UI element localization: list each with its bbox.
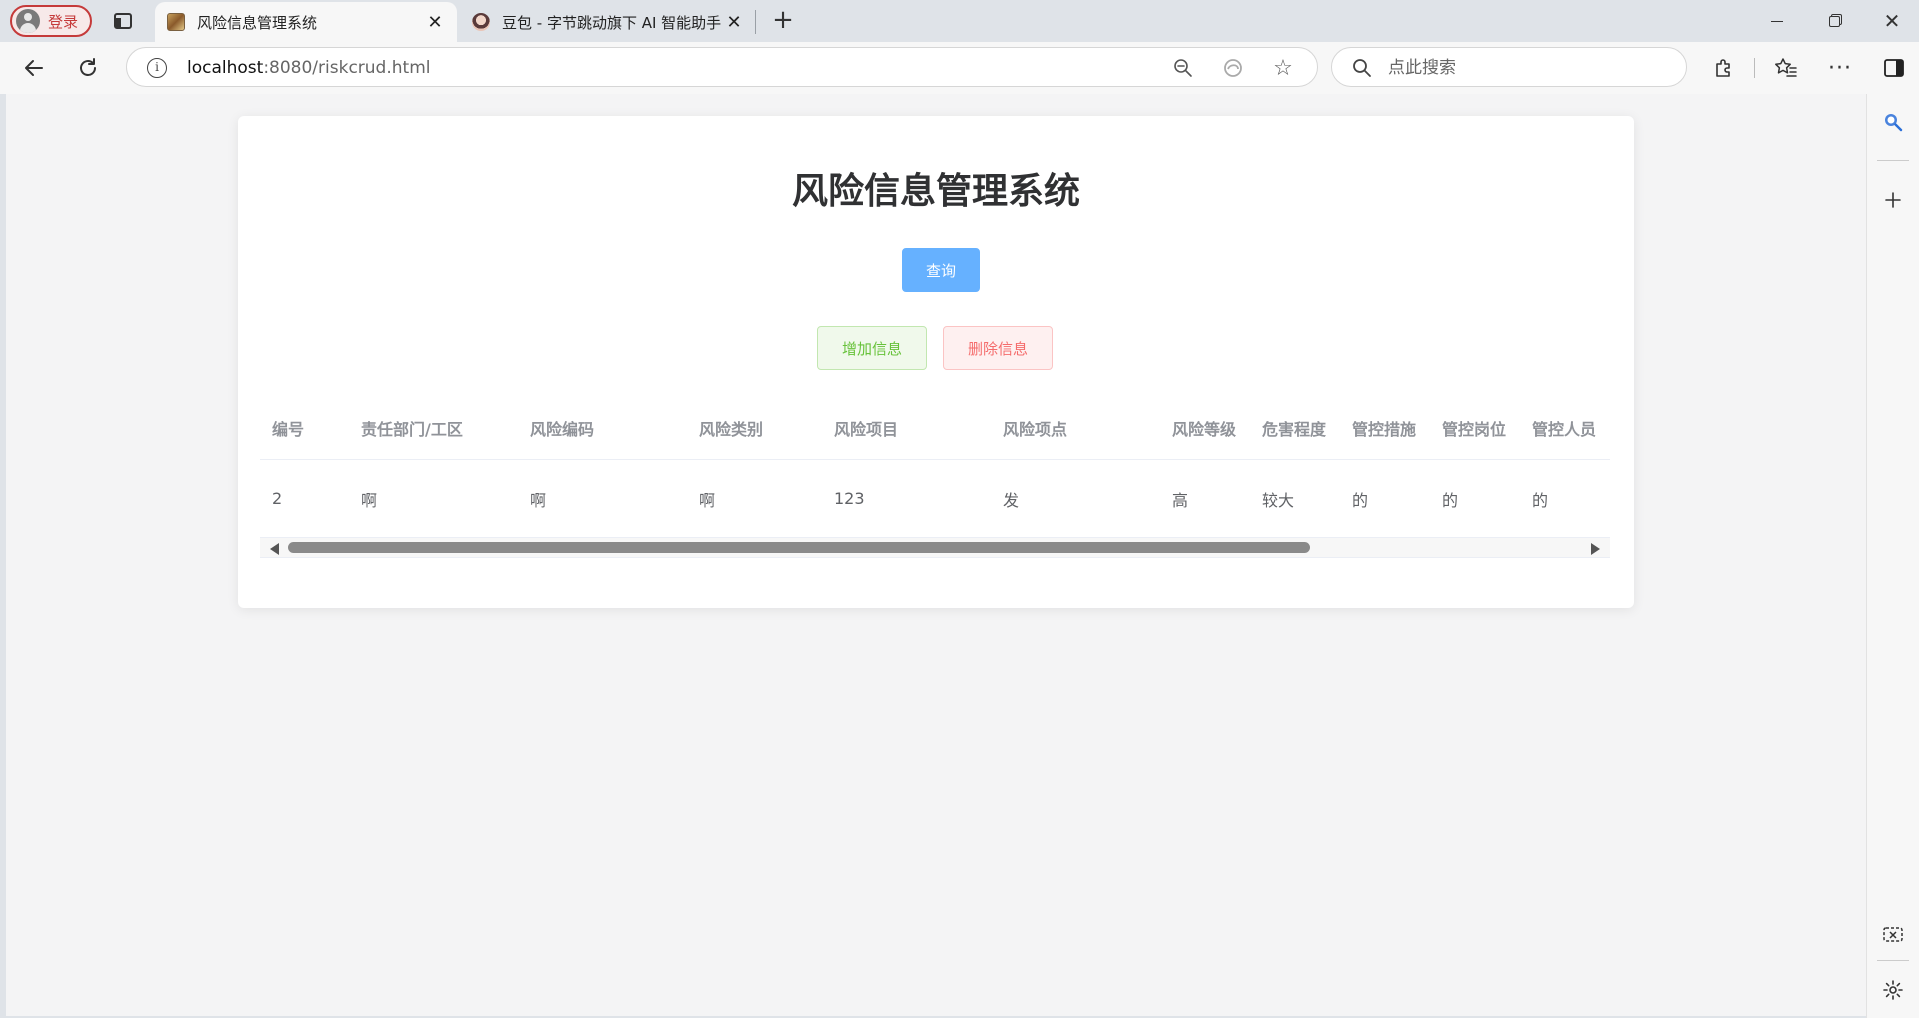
- add-sidebar-app-icon[interactable]: [1879, 186, 1907, 214]
- minimize-window-button[interactable]: [1757, 6, 1797, 36]
- page-viewport: 风险信息管理系统 查询 增加信息 删除信息 编号 责任部门/工区 风险编码 风险…: [6, 94, 1866, 1016]
- col-header-risk-level: 风险等级: [1172, 419, 1237, 439]
- table-cell: 发: [1003, 490, 1020, 510]
- tab-divider: [755, 10, 756, 34]
- sidebar-search-icon[interactable]: [1879, 108, 1907, 136]
- table-cell: 2: [272, 489, 283, 508]
- profile-label: 登录: [48, 12, 79, 31]
- scrollbar-thumb[interactable]: [288, 542, 1310, 553]
- page-title: 风险信息管理系统: [791, 171, 1080, 212]
- delete-info-button[interactable]: 删除信息: [943, 326, 1053, 370]
- browser-tab-strip: 登录 风险信息管理系统 ✕ 豆包 - 字节跳动旗下 AI 智能助手 ✕ + ✕: [0, 0, 1919, 42]
- close-window-button[interactable]: ✕: [1872, 6, 1912, 36]
- close-tab-icon[interactable]: ✕: [722, 10, 746, 34]
- restore-window-button[interactable]: [1814, 6, 1854, 36]
- more-icon[interactable]: ···: [1826, 54, 1854, 82]
- col-header-department: 责任部门/工区: [361, 419, 463, 439]
- tab-actions-button[interactable]: [110, 9, 136, 33]
- back-button[interactable]: [18, 52, 50, 84]
- add-info-button[interactable]: 增加信息: [817, 326, 927, 370]
- col-header-control-post: 管控岗位: [1442, 419, 1507, 439]
- tab-title: 风险信息管理系统: [197, 13, 318, 32]
- address-url[interactable]: localhost:8080/riskcrud.html: [187, 58, 430, 78]
- new-tab-icon[interactable]: +: [770, 7, 796, 34]
- col-header-hazard-degree: 危害程度: [1262, 419, 1327, 439]
- tab-risk-system[interactable]: 风险信息管理系统 ✕: [155, 2, 457, 42]
- col-header-risk-category: 风险类别: [699, 419, 764, 439]
- table-cell: 的: [1532, 490, 1549, 510]
- search-box[interactable]: [1331, 47, 1687, 87]
- col-header-id: 编号: [272, 419, 305, 439]
- table-cell: 123: [834, 489, 865, 508]
- url-path: :8080/riskcrud.html: [263, 58, 431, 78]
- zoom-out-icon[interactable]: [1171, 56, 1195, 80]
- scroll-left-arrow-icon[interactable]: [270, 543, 279, 555]
- arrow-left-icon: [25, 60, 43, 76]
- table-cell: 啊: [361, 490, 378, 510]
- scroll-right-arrow-icon[interactable]: [1591, 543, 1600, 555]
- col-header-risk-point: 风险项点: [1003, 419, 1068, 439]
- table-cell: 高: [1172, 490, 1189, 510]
- profile-button[interactable]: 登录: [10, 5, 92, 37]
- star-icon[interactable]: ☆: [1271, 56, 1295, 81]
- screenshot-icon[interactable]: [1879, 922, 1907, 950]
- url-host: localhost: [187, 58, 264, 78]
- tab-doubao[interactable]: 豆包 - 字节跳动旗下 AI 智能助手 ✕: [460, 2, 756, 42]
- col-header-risk-code: 风险编码: [530, 419, 595, 439]
- table-cell: 的: [1442, 490, 1459, 510]
- col-header-risk-item: 风险项目: [834, 419, 899, 439]
- table-cell: 较大: [1262, 490, 1295, 510]
- browser-sidebar: [1866, 94, 1919, 1018]
- sidebar-divider: [1877, 960, 1909, 961]
- address-bar[interactable]: i localhost:8080/riskcrud.html ☆: [126, 47, 1318, 87]
- minimize-icon: [1771, 20, 1783, 22]
- col-header-control-measure: 管控措施: [1352, 419, 1417, 439]
- info-icon[interactable]: i: [147, 58, 167, 78]
- sidebar-icon[interactable]: [1880, 54, 1908, 82]
- reload-icon: [80, 58, 96, 76]
- doubao-favicon-icon: [472, 13, 490, 31]
- edge-icon[interactable]: [1221, 56, 1245, 80]
- table-horizontal-scrollbar[interactable]: [260, 538, 1610, 558]
- table-cell: 啊: [530, 490, 547, 510]
- table-cell: 啊: [699, 490, 716, 510]
- favorites-list-icon[interactable]: [1772, 54, 1800, 82]
- settings-gear-icon[interactable]: [1879, 976, 1907, 1004]
- search-icon: [1353, 59, 1371, 77]
- sidebar-divider: [1877, 160, 1909, 161]
- search-input[interactable]: [1388, 54, 1668, 82]
- restore-icon: [1828, 15, 1840, 27]
- table-row[interactable]: 2 啊 啊 啊 123 发 高 较大 的 的 的: [260, 460, 1610, 538]
- avatar-icon: [16, 9, 40, 33]
- query-button[interactable]: 查询: [902, 248, 980, 292]
- browser-toolbar: i localhost:8080/riskcrud.html ☆ ···: [0, 42, 1919, 94]
- puzzle-icon[interactable]: [1710, 54, 1738, 82]
- tab-title: 豆包 - 字节跳动旗下 AI 智能助手: [502, 13, 722, 32]
- col-header-control-person: 管控人员: [1532, 419, 1597, 439]
- main-card: 风险信息管理系统 查询 增加信息 删除信息 编号 责任部门/工区 风险编码 风险…: [238, 116, 1634, 608]
- toolbar-divider: [1754, 58, 1755, 78]
- table-cell: 的: [1352, 490, 1369, 510]
- tab-actions-icon: [114, 13, 132, 29]
- risk-table: 编号 责任部门/工区 风险编码 风险类别 风险项目 风险项点 风险等级 危害程度…: [260, 396, 1610, 538]
- table-header-row: 编号 责任部门/工区 风险编码 风险类别 风险项目 风险项点 风险等级 危害程度…: [260, 396, 1610, 460]
- site-favicon-icon: [167, 13, 185, 31]
- reload-button[interactable]: [72, 52, 104, 84]
- close-tab-icon[interactable]: ✕: [423, 10, 447, 34]
